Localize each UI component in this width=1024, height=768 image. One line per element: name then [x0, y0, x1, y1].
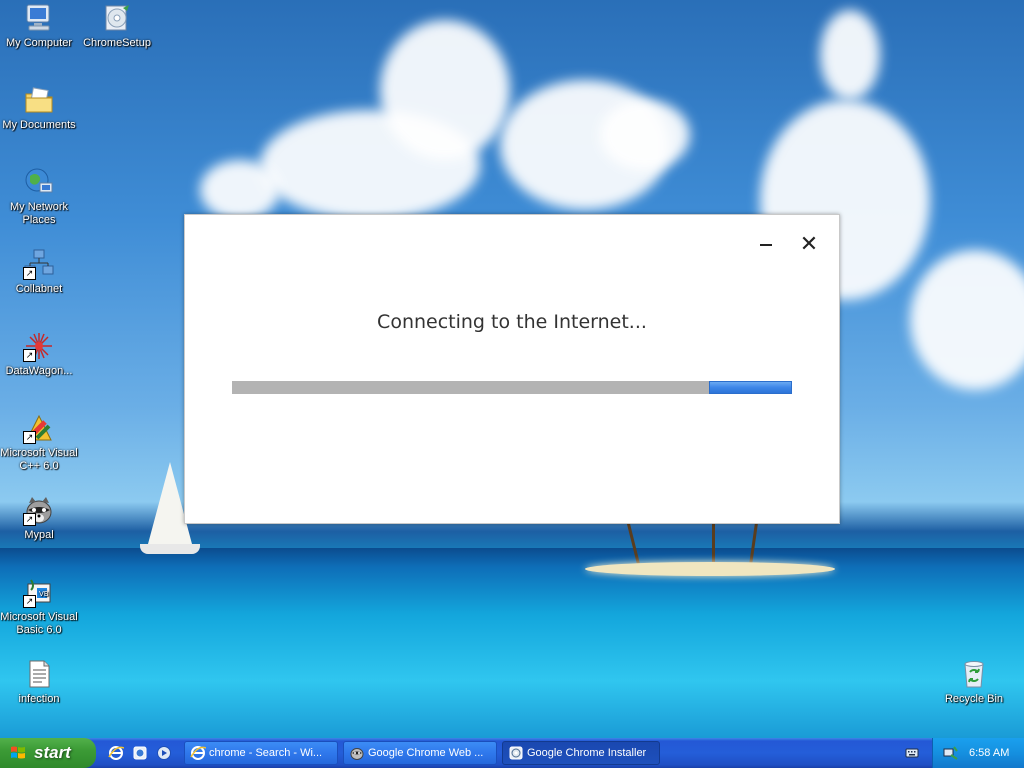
desktop-icon-infection[interactable]: infection [0, 658, 78, 706]
cloud [380, 20, 510, 160]
chrome-installer-icon [509, 746, 523, 760]
text-file-icon [23, 658, 55, 690]
desktop-icon-my-computer[interactable]: My Computer [0, 2, 78, 50]
desktop-icon-label: DataWagon... [5, 365, 73, 377]
desktop-icon-ms-visual-cpp[interactable]: ↗ Microsoft Visual C++ 6.0 [0, 412, 78, 473]
desktop-icon-datawagon[interactable]: ↗ DataWagon... [0, 330, 78, 378]
start-label: start [34, 743, 71, 762]
sailboat-hull [140, 544, 200, 554]
svg-text:VB: VB [39, 590, 49, 598]
chrome-installer-window[interactable]: ✕ Connecting to the Internet... [184, 214, 840, 524]
cloud [820, 10, 880, 100]
mypal-raccoon-icon [350, 748, 364, 760]
taskbar-button-label: chrome - Search - Wi... [209, 747, 323, 759]
raccoon-icon: ↗ [23, 494, 55, 526]
taskbar-button-chrome-web[interactable]: Google Chrome Web ... [343, 741, 497, 765]
progress-bar [232, 381, 792, 394]
system-tray[interactable]: 6:58 AM [932, 738, 1024, 768]
desktop-icon-recycle-bin[interactable]: Recycle Bin [935, 658, 1013, 706]
desktop-icon-collabnet[interactable]: ↗ Collabnet [0, 248, 78, 296]
desktop-icon-label: My Computer [5, 37, 73, 49]
desktop-icon-label: My Documents [2, 119, 76, 131]
keyboard-icon[interactable] [905, 746, 919, 760]
desktop-icon-label: ChromeSetup [83, 37, 151, 49]
network-globe-icon [23, 166, 55, 198]
sea [0, 548, 1024, 738]
desktop-icon-my-network-places[interactable]: My Network Places [0, 166, 78, 227]
desktop-icon-label: My Network Places [9, 201, 69, 226]
desktop-icon-label: Recycle Bin [944, 693, 1004, 705]
shortcut-arrow-icon: ↗ [23, 349, 36, 362]
palm-trunk [712, 520, 715, 566]
cloud [910, 250, 1024, 390]
shortcut-arrow-icon: ↗ [23, 267, 36, 280]
taskbar-button-chrome-search[interactable]: chrome - Search - Wi... [184, 741, 338, 765]
visual-basic-icon: VB ↗ [23, 576, 55, 608]
desktop[interactable]: My Computer ChromeSetup My Documents My … [0, 0, 1024, 738]
shortcut-arrow-icon: ↗ [23, 431, 36, 444]
desktop-icon-label: Mypal [24, 529, 54, 541]
close-button[interactable]: ✕ [797, 233, 821, 257]
desktop-icon-label: Microsoft Visual Basic 6.0 [0, 611, 78, 636]
media-player-icon[interactable] [156, 745, 172, 761]
computer-icon [23, 2, 55, 34]
shortcut-arrow-icon: ↗ [23, 595, 36, 608]
internet-explorer-icon [190, 746, 206, 760]
taskbar-button-chrome-installer[interactable]: Google Chrome Installer [502, 741, 660, 765]
minimize-button[interactable] [755, 235, 779, 255]
desktop-icon-label: Collabnet [15, 283, 63, 295]
internet-explorer-icon[interactable] [108, 745, 124, 761]
setup-cd-icon [101, 2, 133, 34]
desktop-icon-ms-visual-basic[interactable]: VB ↗ Microsoft Visual Basic 6.0 [0, 576, 78, 637]
progress-bar-fill [709, 381, 792, 394]
desktop-icon-label: Microsoft Visual C++ 6.0 [0, 447, 78, 472]
network-status-icon[interactable] [943, 745, 959, 761]
start-button[interactable]: start [0, 738, 96, 768]
sand-island [585, 562, 835, 576]
cloud [600, 100, 690, 170]
installer-status-text: Connecting to the Internet... [377, 311, 647, 333]
shortcut-arrow-icon: ↗ [23, 513, 36, 526]
datawagon-burst-icon: ↗ [23, 330, 55, 362]
documents-folder-icon [23, 84, 55, 116]
windows-logo-icon [11, 746, 25, 759]
taskbar-button-label: Google Chrome Web ... [368, 747, 484, 759]
taskbar[interactable]: start chrome - Search - Wi... Google Chr… [0, 738, 1024, 768]
desktop-icon-my-documents[interactable]: My Documents [0, 84, 78, 132]
recycle-bin-icon [958, 658, 990, 690]
collabnet-network-icon: ↗ [23, 248, 55, 280]
desktop-icon-mypal[interactable]: ↗ Mypal [0, 494, 78, 542]
desktop-icon-label: infection [18, 693, 60, 705]
visual-cpp-icon: ↗ [23, 412, 55, 444]
close-icon: ✕ [799, 232, 819, 257]
desktop-icon-chromesetup[interactable]: ChromeSetup [78, 2, 156, 50]
chrome-setup-icon[interactable] [132, 745, 148, 761]
taskbar-clock: 6:58 AM [969, 747, 1010, 759]
cloud [200, 160, 280, 220]
taskbar-button-label: Google Chrome Installer [527, 747, 647, 759]
